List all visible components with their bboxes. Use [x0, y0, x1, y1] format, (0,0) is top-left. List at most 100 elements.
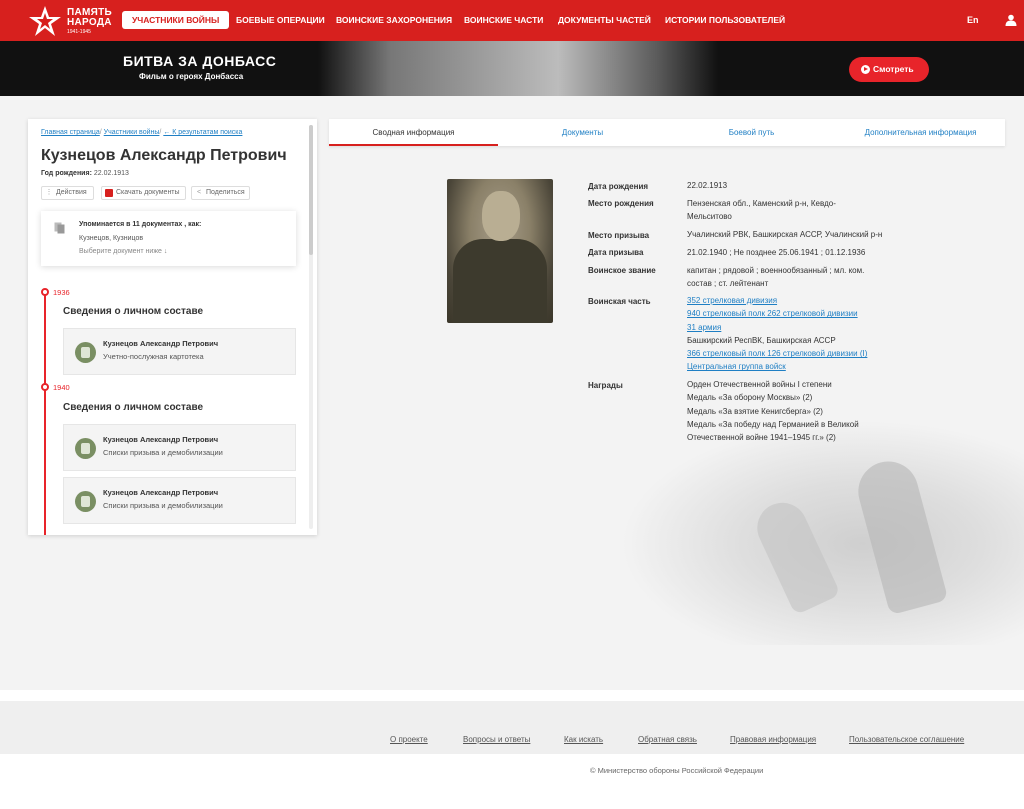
timeline-line: [44, 291, 46, 535]
entry-person-name: Кузнецов Александр Петрович: [103, 339, 219, 348]
draft-date-label: Дата призыва: [588, 248, 644, 257]
nav-item-participants[interactable]: Участники войны: [122, 11, 230, 29]
entry-document-type: Списки призыва и демобилизации: [103, 448, 223, 457]
timeline-year: 1940: [53, 383, 70, 392]
share-button[interactable]: < Поделиться: [191, 186, 250, 200]
unit-link[interactable]: 940 стрелковый полк 262 стрелковой дивиз…: [687, 307, 867, 320]
breadcrumb-sep: /: [99, 129, 102, 136]
draft-place-value: Учалинский РВК, Башкирская АССР, Учалинс…: [687, 230, 883, 239]
promo-banner: БИТВА ЗА ДОНБАСС Фильм о героях Донбасса…: [0, 41, 1024, 96]
nav-item-operations[interactable]: Боевые операции: [236, 11, 325, 29]
breadcrumb-war-participants[interactable]: Участники войны: [104, 129, 160, 136]
footer-links-band: О проекте Вопросы и ответы Как искать Об…: [0, 701, 1024, 754]
tab-summary[interactable]: Сводная информация: [329, 119, 498, 146]
unit-link[interactable]: 366 стрелковый полк 126 стрелковой дивиз…: [687, 347, 867, 360]
footer-link-about[interactable]: О проекте: [390, 735, 428, 744]
award-line: Медаль «За оборону Москвы» (2): [687, 393, 813, 403]
footer-link-feedback[interactable]: Обратная связь: [638, 735, 697, 744]
footer-link-faq[interactable]: Вопросы и ответы: [463, 735, 530, 744]
nav-item-user-stories[interactable]: Истории пользователей: [665, 11, 785, 29]
timeline-section-title: Сведения о личном составе: [63, 306, 204, 317]
star-logo-icon: [29, 6, 61, 36]
unit-text: Башкирский РеспВК, Башкирская АССР: [687, 335, 836, 345]
birth-label: Год рождения:: [41, 170, 92, 177]
soldier-silhouette: [749, 494, 841, 616]
mention-hint: Выберите документ ниже ↓: [79, 248, 168, 255]
birth-place-line: Мельситово: [687, 212, 732, 222]
rank-label: Воинское звание: [588, 266, 656, 275]
document-type-icon: [75, 491, 96, 512]
footer-link-user-agreement[interactable]: Пользовательское соглашение: [849, 735, 964, 744]
birth-value: 22.02.1913: [93, 170, 129, 177]
nav-item-units[interactable]: Воинские части: [464, 11, 543, 29]
mention-title: Упоминается в 11 документах , как:: [79, 221, 202, 228]
nav-item-burials[interactable]: Воинские захоронения: [336, 11, 452, 29]
share-icon: <: [196, 189, 202, 196]
award-line: Отечественной войне 1941–1945 гг.» (2): [687, 433, 836, 443]
scrollbar-thumb[interactable]: [309, 125, 313, 255]
banner-image: [318, 41, 718, 96]
birth-place-line: Пензенская обл., Каменский р-н, Кевдо-: [687, 199, 836, 208]
download-label: Скачать документы: [116, 189, 180, 196]
footer-link-how-to-search[interactable]: Как искать: [564, 735, 603, 744]
tab-additional-info[interactable]: Дополнительная информация: [836, 119, 1005, 146]
document-entry[interactable]: Кузнецов Александр Петрович Списки призы…: [63, 424, 296, 471]
mention-names: Кузнецов, Кузницов: [79, 235, 144, 242]
watch-button[interactable]: Смотреть: [849, 57, 929, 82]
logo-text: ПАМЯТЬ НАРОДА: [67, 8, 112, 28]
entry-document-type: Списки призыва и демобилизации: [103, 501, 223, 510]
download-documents-button[interactable]: Скачать документы: [101, 186, 186, 200]
footer: О проекте Вопросы и ответы Как искать Об…: [0, 690, 1024, 809]
timeline-dot: [41, 288, 49, 296]
site-logo[interactable]: ПАМЯТЬ НАРОДА 1941-1945: [28, 4, 118, 38]
copyright: © Министерство обороны Российской Федера…: [590, 766, 764, 775]
entry-person-name: Кузнецов Александр Петрович: [103, 488, 219, 497]
banner-subtitle: Фильм о героях Донбасса: [139, 72, 244, 81]
unit-link[interactable]: 352 стрелковая дивизия: [687, 294, 867, 307]
person-name: Кузнецов Александр Петрович: [41, 147, 287, 164]
awards-value: Орден Отечественной войны I степени Меда…: [687, 378, 859, 444]
entry-document-type: Учетно-послужная картотека: [103, 352, 204, 361]
birth-date-value: 22.02.1913: [687, 181, 728, 190]
tab-documents[interactable]: Документы: [498, 119, 667, 146]
breadcrumb: Главная страница/ Участники войны/ ← К р…: [41, 129, 242, 136]
card-scrollbar[interactable]: [309, 125, 313, 529]
portrait-face: [482, 191, 520, 241]
birth-year: Год рождения: 22.02.1913: [41, 170, 129, 177]
breadcrumb-back-to-results[interactable]: ← К результатам поиска: [163, 129, 242, 136]
footer-link-legal[interactable]: Правовая информация: [730, 735, 816, 744]
user-icon[interactable]: [1005, 14, 1017, 26]
logo-years: 1941-1945: [67, 29, 91, 35]
pdf-icon: [105, 189, 113, 197]
document-entry[interactable]: Кузнецов Александр Петрович Списки призы…: [63, 477, 296, 524]
award-line: Орден Отечественной войны I степени: [687, 380, 832, 389]
actions-button[interactable]: ⋮ Действия: [41, 186, 94, 200]
tab-combat-path[interactable]: Боевой путь: [667, 119, 836, 146]
birth-date-label: Дата рождения: [588, 182, 649, 191]
nav-item-unit-documents[interactable]: Документы частей: [558, 11, 651, 29]
birth-place-label: Место рождения: [588, 199, 654, 208]
person-card: Главная страница/ Участники войны/ ← К р…: [28, 119, 317, 535]
timeline-year: 1936: [53, 288, 70, 297]
share-label: Поделиться: [206, 189, 245, 196]
actions-label: Действия: [56, 189, 87, 196]
play-icon: [861, 65, 870, 74]
draft-date-value: 21.02.1940 ; Не позднее 25.06.1941 ; 01.…: [687, 248, 866, 257]
more-vertical-icon: ⋮: [45, 189, 53, 196]
soldier-portrait: [447, 179, 553, 323]
award-line: Медаль «За взятие Кенигсберга» (2): [687, 406, 823, 416]
rank-line: состав ; ст. лейтенант: [687, 279, 769, 289]
rank-line: капитан ; рядовой ; военнообязанный ; мл…: [687, 266, 865, 275]
document-entry[interactable]: Кузнецов Александр Петрович Учетно-послу…: [63, 328, 296, 375]
entry-person-name: Кузнецов Александр Петрович: [103, 435, 219, 444]
document-type-icon: [75, 438, 96, 459]
breadcrumb-home[interactable]: Главная страница: [41, 129, 100, 136]
unit-link[interactable]: 31 армия: [687, 321, 867, 334]
unit-link[interactable]: Центральная группа войск: [687, 360, 867, 373]
unit-value: 352 стрелковая дивизия 940 стрелковый по…: [687, 294, 867, 374]
soldier-silhouette: [851, 454, 949, 616]
language-switch[interactable]: En: [967, 15, 979, 25]
draft-place-label: Место призыва: [588, 231, 650, 240]
timeline-dot: [41, 383, 49, 391]
watch-button-label: Смотреть: [873, 64, 914, 74]
